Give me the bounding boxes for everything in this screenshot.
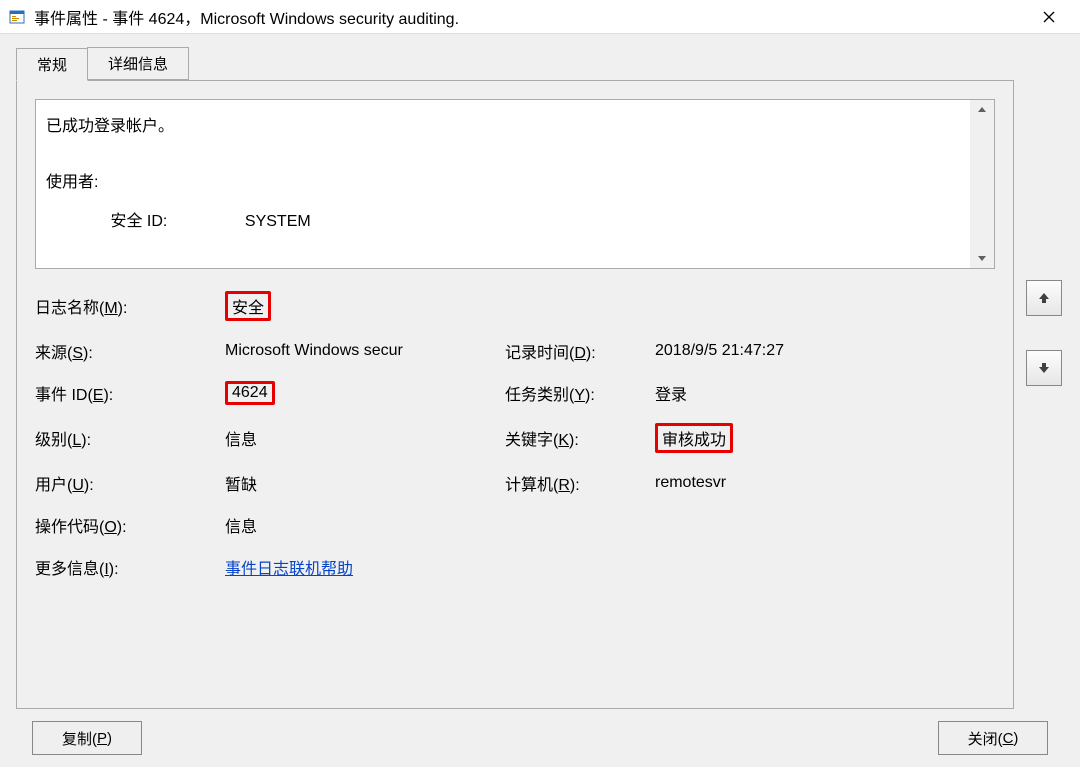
moreinfo-link[interactable]: 事件日志联机帮助 (225, 561, 353, 578)
computer-label: 计算机(R): (505, 471, 655, 495)
copy-button[interactable]: 复制(P) (32, 721, 142, 755)
logged-value: 2018/9/5 21:47:27 (655, 342, 995, 360)
nav-arrows (1024, 80, 1064, 709)
close-button[interactable]: 关闭(C) (938, 721, 1048, 755)
source-label: 来源(S): (35, 339, 225, 363)
prev-event-button[interactable] (1026, 280, 1062, 316)
keywords-label: 关键字(K): (505, 426, 655, 450)
desc-line-1: 已成功登录帐户。 (46, 108, 966, 146)
window-close-button[interactable] (1026, 1, 1072, 33)
level-label: 级别(L): (35, 426, 225, 450)
description-scrollbar[interactable] (970, 100, 994, 268)
next-event-button[interactable] (1026, 350, 1062, 386)
desc-sid-label: 安全 ID: (110, 203, 240, 241)
description-content: 已成功登录帐户。 使用者: 安全 ID: SYSTEM (46, 108, 966, 241)
keywords-value: 审核成功 (655, 423, 995, 453)
source-value: Microsoft Windows secur (225, 342, 505, 360)
task-label: 任务类别(Y): (505, 381, 655, 405)
user-label: 用户(U): (35, 471, 225, 495)
eventid-label: 事件 ID(E): (35, 381, 225, 405)
tab-page-general: 已成功登录帐户。 使用者: 安全 ID: SYSTEM (16, 80, 1014, 709)
logged-label: 记录时间(D): (505, 339, 655, 363)
opcode-label: 操作代码(O): (35, 513, 225, 537)
moreinfo-value: 事件日志联机帮助 (225, 555, 995, 579)
desc-sid-value: SYSTEM (245, 213, 311, 230)
description-box[interactable]: 已成功登录帐户。 使用者: 安全 ID: SYSTEM (35, 99, 995, 269)
page-container: 已成功登录帐户。 使用者: 安全 ID: SYSTEM (16, 80, 1064, 709)
task-value: 登录 (655, 381, 995, 405)
window-icon (8, 8, 26, 26)
eventid-value: 4624 (225, 381, 505, 405)
logname-value: 安全 (225, 291, 995, 321)
arrow-down-icon (1037, 361, 1051, 375)
fields-grid: 日志名称(M): 安全 来源(S): Microsoft Windows sec… (35, 291, 995, 579)
scroll-up-icon (976, 104, 988, 116)
event-properties-window: 事件属性 - 事件 4624，Microsoft Windows securit… (0, 0, 1080, 767)
opcode-value: 信息 (225, 513, 995, 537)
user-value: 暂缺 (225, 471, 505, 495)
level-value: 信息 (225, 426, 505, 450)
close-icon (1043, 11, 1055, 23)
titlebar: 事件属性 - 事件 4624，Microsoft Windows securit… (0, 0, 1080, 34)
tabs: 常规 详细信息 (16, 48, 1064, 80)
arrow-up-icon (1037, 291, 1051, 305)
moreinfo-label: 更多信息(I): (35, 555, 225, 579)
desc-subject-label: 使用者: (46, 164, 966, 202)
dialog-buttons: 复制(P) 关闭(C) (16, 709, 1064, 755)
tab-details[interactable]: 详细信息 (87, 47, 189, 80)
tab-general[interactable]: 常规 (16, 48, 88, 81)
logname-label: 日志名称(M): (35, 294, 225, 318)
computer-value: remotesvr (655, 474, 995, 492)
scroll-down-icon (976, 252, 988, 264)
client-area: 常规 详细信息 已成功登录帐户。 使用者: 安全 ID: SYSTEM (0, 34, 1080, 767)
window-title: 事件属性 - 事件 4624，Microsoft Windows securit… (34, 5, 1026, 29)
